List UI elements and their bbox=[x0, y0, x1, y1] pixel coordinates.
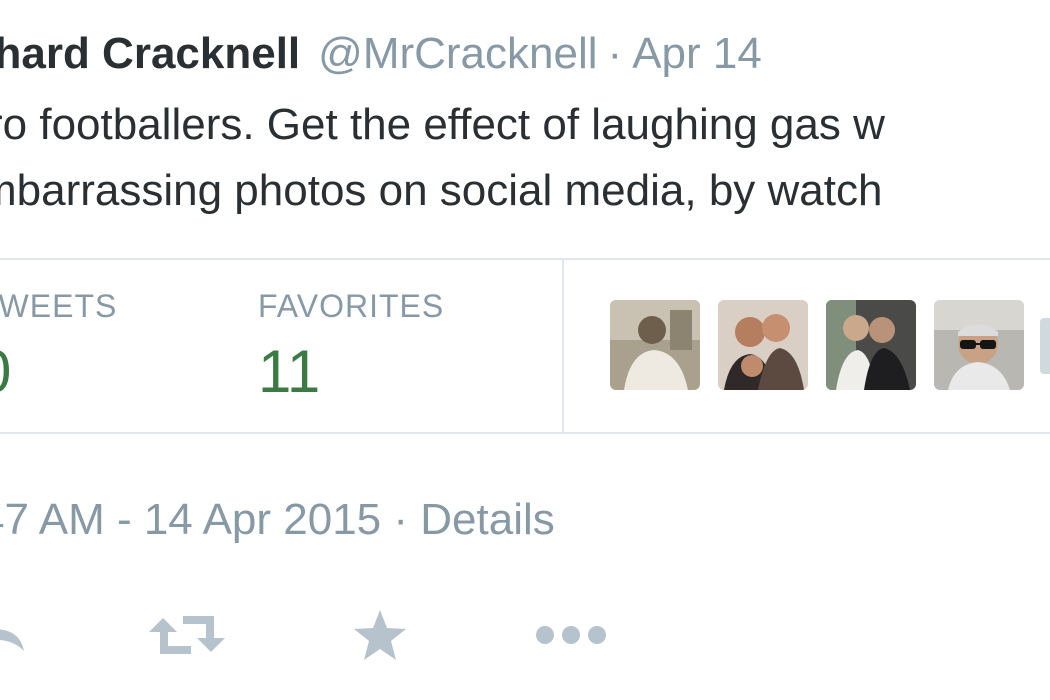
reply-icon bbox=[0, 629, 24, 651]
tweet-text: ro footballers. Get the effect of laughi… bbox=[0, 92, 885, 224]
stats-vertical-divider bbox=[562, 260, 564, 432]
retweet-button[interactable] bbox=[146, 600, 228, 670]
retweets-count: 0 bbox=[0, 334, 117, 410]
avatar[interactable] bbox=[826, 300, 916, 390]
tweet-actions bbox=[0, 600, 1050, 670]
more-icon bbox=[536, 626, 606, 644]
avatar[interactable] bbox=[610, 300, 700, 390]
avatar-photo bbox=[826, 300, 916, 390]
tweet-text-line: ro footballers. Get the effect of laughi… bbox=[0, 100, 885, 149]
reply-button[interactable] bbox=[0, 600, 32, 670]
tweet-date-link[interactable]: Apr 14 bbox=[632, 29, 762, 78]
tweet-text-line: mbarrassing photos on social media, by w… bbox=[0, 166, 883, 215]
more-avatars-indicator[interactable] bbox=[1040, 318, 1050, 374]
avatar-photo bbox=[610, 300, 700, 390]
stats-bottom-divider bbox=[0, 432, 1050, 434]
avatar-photo bbox=[718, 300, 808, 390]
author-name[interactable]: chard Cracknell bbox=[0, 29, 300, 78]
favorites-label: FAVORITES bbox=[258, 288, 445, 324]
retweets-stat[interactable]: TWEETS 0 bbox=[0, 282, 117, 410]
retweet-icon bbox=[149, 616, 225, 654]
author-handle[interactable]: @MrCracknell bbox=[318, 29, 597, 78]
header-separator: · bbox=[607, 29, 623, 78]
stats-top-divider bbox=[0, 258, 1050, 260]
retweets-label: TWEETS bbox=[0, 288, 118, 324]
tweet-header: chard Cracknell @MrCracknell · Apr 14 bbox=[0, 26, 762, 82]
tweet-card: chard Cracknell @MrCracknell · Apr 14 ro fo… bbox=[0, 0, 1050, 700]
star-icon bbox=[354, 610, 406, 660]
avatar[interactable] bbox=[934, 300, 1024, 390]
favorite-button[interactable] bbox=[348, 600, 412, 670]
favorites-count: 11 bbox=[258, 338, 321, 405]
tweet-timestamp[interactable]: 47 AM - 14 Apr 2015 · Details bbox=[0, 492, 555, 548]
more-button[interactable] bbox=[530, 600, 612, 670]
avatar[interactable] bbox=[718, 300, 808, 390]
avatar-photo bbox=[934, 300, 1024, 390]
favorites-stat[interactable]: FAVORITES 11 bbox=[258, 282, 444, 410]
